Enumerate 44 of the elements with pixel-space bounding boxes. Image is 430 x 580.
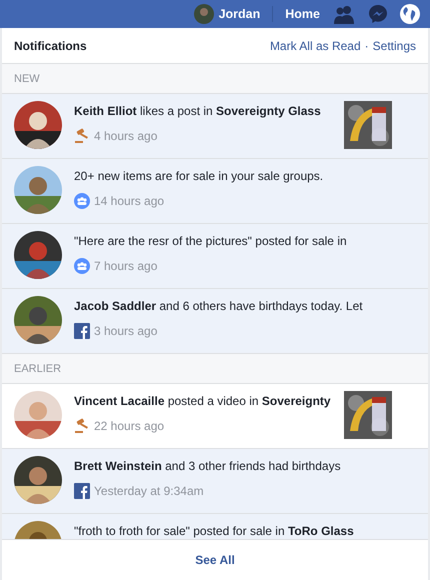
avatar [14, 296, 62, 344]
notification-text: "Here are the resr of the pictures" posted for sale in [74, 234, 348, 248]
globe-icon[interactable] [400, 4, 420, 24]
section-label: EARLIER [14, 362, 62, 374]
notification-item[interactable]: "Here are the resr of the pictures" posted for sale in 7 hours ago [2, 224, 428, 289]
profile-link[interactable]: Jordan [194, 4, 260, 24]
avatar [194, 4, 214, 24]
notification-time: 4 hours ago [94, 129, 158, 143]
notification-item[interactable]: "froth to froth for sale" posted for sale in ToRo Glass [2, 514, 428, 539]
group-icon [74, 258, 90, 274]
gavel-icon [74, 418, 90, 434]
avatar [14, 391, 62, 439]
notification-item[interactable]: 20+ new items are for sale in your sale groups. 14 hours ago [2, 159, 428, 224]
notification-time: 7 hours ago [94, 259, 158, 273]
notification-text: 20+ new items are for sale in your sale groups. [74, 169, 324, 183]
avatar [14, 101, 62, 149]
notification-text: Vincent Lacaille posted a video in Sovereignty [74, 394, 332, 408]
panel-title: Notifications [14, 38, 87, 52]
notification-item[interactable]: Jacob Saddler and 6 others have birthdays today. Let 3 hours ago [2, 289, 428, 354]
notification-text: Keith Elliot likes a post in Sovereignty Glass [74, 104, 322, 118]
mark-all-read-link[interactable]: Mark All as Read [270, 38, 361, 52]
notification-time: 3 hours ago [94, 324, 158, 338]
group-icon [74, 193, 90, 209]
notification-item[interactable]: Brett Weinstein and 3 other friends had birthdays Yesterday at 9:34am [2, 449, 428, 514]
notification-text: Jacob Saddler and 6 others have birthdays today. Let [74, 299, 364, 313]
settings-link[interactable]: Settings [372, 38, 416, 52]
notification-text: Brett Weinstein and 3 other friends had birthdays [74, 459, 342, 473]
notification-time: Yesterday at 9:34am [94, 484, 204, 498]
facebook-icon [74, 323, 90, 339]
avatar [14, 166, 62, 214]
avatar [14, 231, 62, 279]
section-label: NEW [14, 72, 40, 84]
see-all-link[interactable]: See All [195, 553, 235, 567]
facebook-icon [74, 483, 90, 499]
home-link[interactable]: Home [285, 7, 320, 21]
notification-item[interactable]: Keith Elliot likes a post in Sovereignty Glass 4 hours ago [2, 94, 428, 159]
notification-time: 14 hours ago [94, 194, 164, 208]
gavel-icon [74, 128, 90, 144]
messenger-icon[interactable] [368, 4, 388, 24]
friends-icon[interactable] [332, 4, 356, 24]
separator: · [364, 38, 369, 52]
notification-text: "froth to froth for sale" posted for sale in ToRo Glass [74, 524, 355, 538]
avatar [14, 456, 62, 504]
notification-time: 22 hours ago [94, 419, 164, 433]
